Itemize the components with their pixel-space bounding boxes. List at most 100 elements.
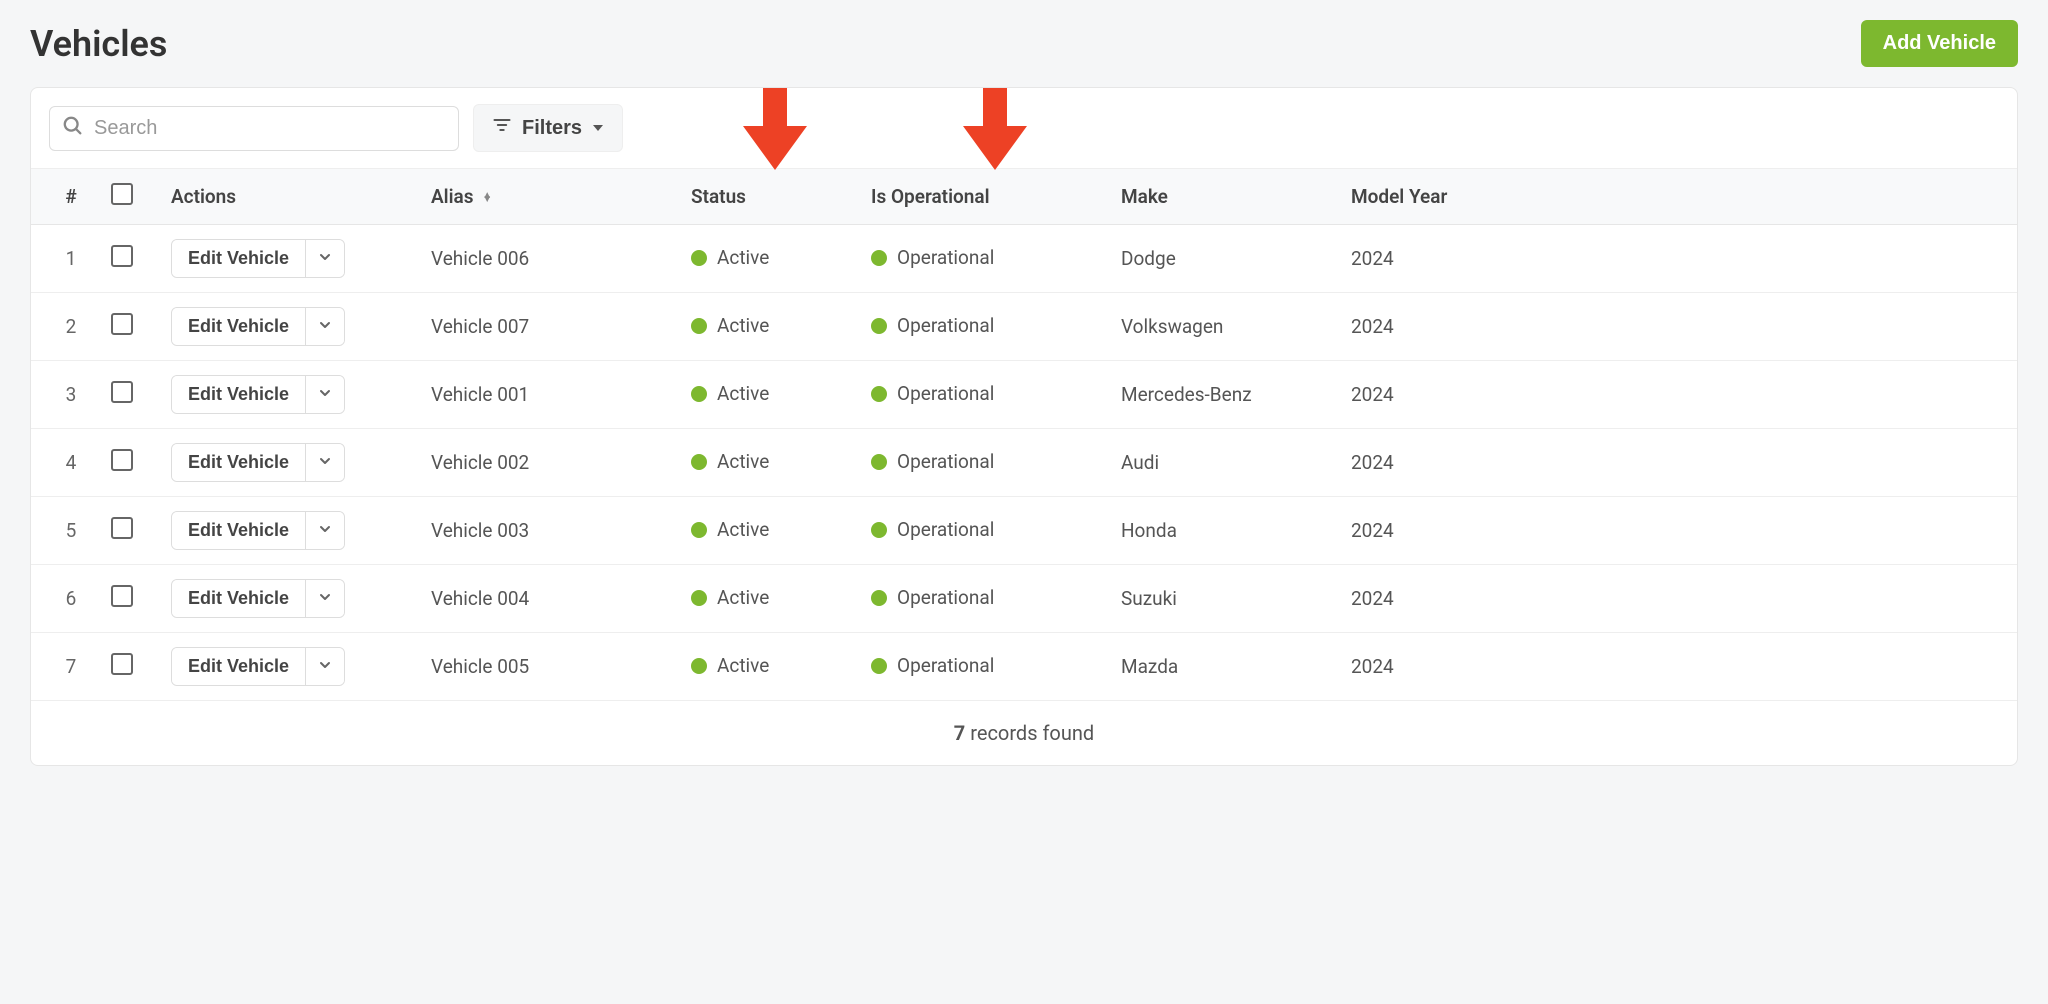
row-operational-cell: Operational [861,497,1111,565]
row-index: 1 [31,225,101,293]
row-model-year: 2024 [1341,225,2017,293]
row-operational-cell: Operational [861,565,1111,633]
column-header-is-operational[interactable]: Is Operational [861,169,1111,225]
row-actions-cell: Edit Vehicle [161,361,421,429]
row-operational: Operational [897,450,994,473]
record-count-label: records found [970,721,1094,745]
row-status-cell: Active [681,633,861,701]
row-select-cell [101,497,161,565]
row-operational-cell: Operational [861,429,1111,497]
edit-vehicle-button[interactable]: Edit Vehicle [172,512,305,549]
sort-icon: ▲▼ [482,194,492,202]
edit-vehicle-button[interactable]: Edit Vehicle [172,376,305,413]
status-dot-icon [871,386,887,402]
row-actions-cell: Edit Vehicle [161,565,421,633]
row-select-cell [101,633,161,701]
edit-vehicle-button[interactable]: Edit Vehicle [172,308,305,345]
status-dot-icon [871,454,887,470]
row-status-cell: Active [681,361,861,429]
edit-dropdown-button[interactable] [305,444,344,481]
row-make: Audi [1111,429,1341,497]
row-actions-cell: Edit Vehicle [161,225,421,293]
chevron-down-icon [318,250,332,267]
row-status-cell: Active [681,497,861,565]
row-select-cell [101,429,161,497]
row-index: 3 [31,361,101,429]
column-header-actions: Actions [161,169,421,225]
edit-dropdown-button[interactable] [305,308,344,345]
annotation-arrow-status [743,87,807,170]
row-actions-cell: Edit Vehicle [161,497,421,565]
row-checkbox[interactable] [111,245,133,267]
column-header-alias[interactable]: Alias ▲▼ [421,169,681,225]
edit-vehicle-button[interactable]: Edit Vehicle [172,580,305,617]
filters-button[interactable]: Filters [473,104,623,152]
row-operational-cell: Operational [861,633,1111,701]
column-header-make[interactable]: Make [1111,169,1341,225]
search-box[interactable] [49,106,459,151]
chevron-down-icon [318,318,332,335]
row-status-cell: Active [681,565,861,633]
row-status-cell: Active [681,429,861,497]
edit-button-group: Edit Vehicle [171,579,345,618]
status-dot-icon [691,658,707,674]
status-dot-icon [691,386,707,402]
row-select-cell [101,565,161,633]
column-header-model-year[interactable]: Model Year [1341,169,2017,225]
edit-vehicle-button[interactable]: Edit Vehicle [172,240,305,277]
row-make: Volkswagen [1111,293,1341,361]
chevron-down-icon [318,658,332,675]
row-make: Honda [1111,497,1341,565]
row-actions-cell: Edit Vehicle [161,633,421,701]
row-alias: Vehicle 006 [421,225,681,293]
row-index: 7 [31,633,101,701]
search-input[interactable] [94,117,446,140]
column-header-status[interactable]: Status [681,169,861,225]
row-status: Active [717,450,769,473]
row-index: 4 [31,429,101,497]
edit-vehicle-button[interactable]: Edit Vehicle [172,444,305,481]
row-alias: Vehicle 001 [421,361,681,429]
add-vehicle-button[interactable]: Add Vehicle [1861,20,2018,67]
chevron-down-icon [318,386,332,403]
row-operational: Operational [897,314,994,337]
edit-button-group: Edit Vehicle [171,375,345,414]
row-model-year: 2024 [1341,565,2017,633]
table-row: 3 Edit Vehicle Vehicle 001 Active [31,361,2017,429]
row-index: 6 [31,565,101,633]
row-status: Active [717,586,769,609]
column-header-index[interactable]: # [31,169,101,225]
status-dot-icon [691,318,707,334]
row-checkbox[interactable] [111,517,133,539]
row-checkbox[interactable] [111,585,133,607]
edit-dropdown-button[interactable] [305,648,344,685]
row-alias: Vehicle 007 [421,293,681,361]
edit-dropdown-button[interactable] [305,512,344,549]
edit-dropdown-button[interactable] [305,376,344,413]
row-model-year: 2024 [1341,361,2017,429]
column-header-alias-label: Alias [431,185,474,208]
row-checkbox[interactable] [111,313,133,335]
edit-vehicle-button[interactable]: Edit Vehicle [172,648,305,685]
row-status-cell: Active [681,293,861,361]
status-dot-icon [691,590,707,606]
vehicles-table: # Actions Alias ▲▼ Status Is Operational… [31,169,2017,700]
row-status: Active [717,654,769,677]
table-row: 5 Edit Vehicle Vehicle 003 Active [31,497,2017,565]
select-all-checkbox[interactable] [111,183,133,205]
edit-dropdown-button[interactable] [305,580,344,617]
row-status: Active [717,246,769,269]
row-model-year: 2024 [1341,633,2017,701]
row-operational-cell: Operational [861,361,1111,429]
row-checkbox[interactable] [111,449,133,471]
search-icon [62,115,84,142]
vehicles-panel: Filters # Actions Alias ▲▼ [30,87,2018,766]
edit-dropdown-button[interactable] [305,240,344,277]
row-alias: Vehicle 003 [421,497,681,565]
row-operational: Operational [897,654,994,677]
row-make: Suzuki [1111,565,1341,633]
row-alias: Vehicle 005 [421,633,681,701]
row-checkbox[interactable] [111,381,133,403]
row-checkbox[interactable] [111,653,133,675]
row-operational-cell: Operational [861,225,1111,293]
